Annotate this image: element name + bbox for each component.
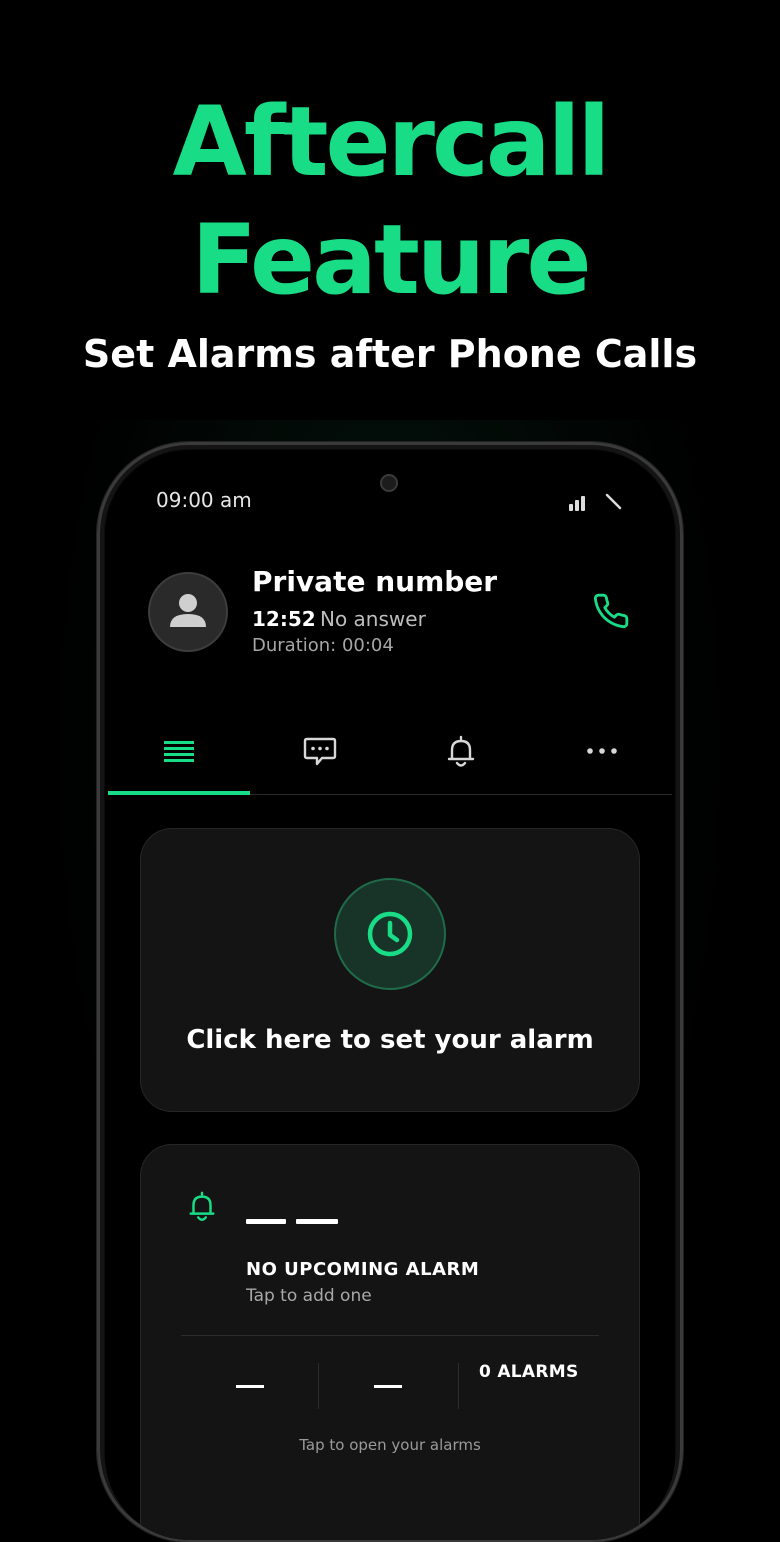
clock-button[interactable] [334, 878, 446, 990]
stat-separator [458, 1363, 459, 1409]
call-duration: Duration: 00:04 [252, 635, 394, 656]
bell-icon [447, 735, 475, 767]
stat-separator [318, 1363, 319, 1409]
promo-subtitle: Set Alarms after Phone Calls [82, 332, 698, 376]
open-alarms-link[interactable]: Tap to open your alarms [141, 1435, 639, 1455]
set-alarm-label: Click here to set your alarm [186, 1025, 594, 1055]
tab-reminders[interactable] [390, 710, 531, 794]
tab-messages[interactable] [249, 710, 390, 794]
bell-icon [189, 1191, 215, 1221]
call-time: 12:52 [252, 607, 316, 631]
phone-screen: 09:00 am Private number 12:52 No answer … [105, 450, 675, 1540]
callback-button[interactable] [592, 592, 630, 630]
list-icon [164, 741, 194, 762]
active-tab-indicator [108, 791, 250, 795]
more-icon [587, 748, 617, 754]
stat-placeholder-1 [236, 1385, 264, 1388]
tab-bar [108, 710, 672, 795]
phone-icon [593, 593, 629, 629]
person-icon [170, 594, 206, 627]
set-alarm-card[interactable]: Click here to set your alarm [140, 828, 640, 1112]
stat-placeholder-2 [374, 1385, 402, 1388]
alarm-time-placeholder [246, 1219, 286, 1224]
status-time: 09:00 am [156, 488, 252, 512]
status-icons [569, 493, 622, 511]
promo-title-line1: Aftercall [172, 86, 611, 198]
call-status: No answer [320, 607, 426, 631]
front-camera [380, 474, 398, 492]
clock-icon [367, 911, 413, 957]
alarm-time-placeholder [296, 1219, 338, 1224]
no-wifi-icon [605, 493, 622, 510]
alarm-summary-card[interactable]: NO UPCOMING ALARM Tap to add one 0 ALARM… [140, 1144, 640, 1540]
promo-title-line2: Feature [191, 204, 591, 316]
caller-avatar [148, 572, 228, 652]
caller-name: Private number [252, 565, 498, 598]
message-icon [303, 737, 337, 766]
alarm-count: 0 ALARMS [479, 1362, 579, 1382]
tap-to-add-hint: Tap to add one [246, 1286, 372, 1306]
tab-more[interactable] [531, 710, 672, 794]
signal-icon [569, 496, 585, 511]
tab-details[interactable] [108, 710, 250, 795]
card-divider [181, 1335, 599, 1336]
no-alarm-title: NO UPCOMING ALARM [246, 1259, 480, 1280]
